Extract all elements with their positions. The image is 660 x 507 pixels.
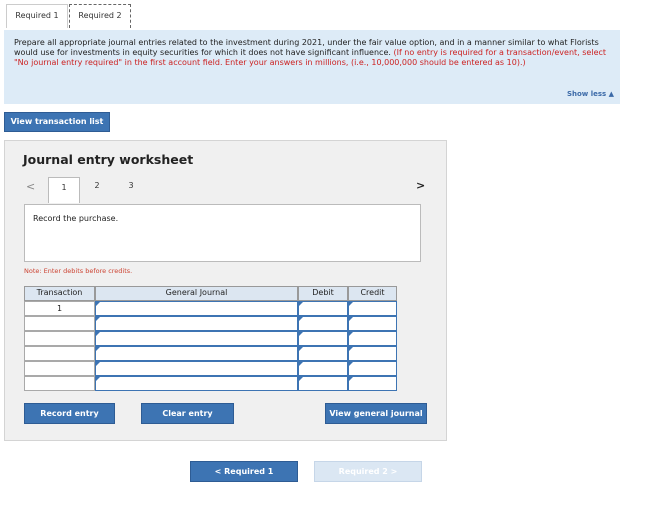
grid-debit-input[interactable]: [298, 301, 348, 316]
view-general-journal-button[interactable]: View general journal: [325, 403, 427, 424]
col-general-journal: General Journal: [95, 286, 298, 301]
grid-transaction-cell: [24, 331, 95, 346]
col-credit: Credit: [348, 286, 397, 301]
prev-required-1-button[interactable]: < Required 1: [190, 461, 298, 482]
grid-account-input[interactable]: [95, 361, 298, 376]
grid-credit-input[interactable]: [348, 346, 397, 361]
page-2-tab[interactable]: 2: [88, 181, 106, 190]
page-3-tab[interactable]: 3: [122, 181, 140, 190]
grid-credit-input[interactable]: [348, 331, 397, 346]
next-required-2-button[interactable]: Required 2 >: [314, 461, 422, 482]
record-entry-button[interactable]: Record entry: [24, 403, 115, 424]
grid-transaction-cell: [24, 346, 95, 361]
grid-account-input[interactable]: [95, 331, 298, 346]
grid-debit-input[interactable]: [298, 346, 348, 361]
worksheet-title: Journal entry worksheet: [23, 152, 194, 167]
grid-credit-input[interactable]: [348, 376, 397, 391]
tab-required-2[interactable]: Required 2: [69, 4, 131, 28]
clear-entry-button[interactable]: Clear entry: [141, 403, 234, 424]
prev-page-icon[interactable]: <: [26, 180, 35, 193]
grid-debit-input[interactable]: [298, 331, 348, 346]
grid-account-input[interactable]: [95, 301, 298, 316]
grid-debit-input[interactable]: [298, 316, 348, 331]
show-less-link[interactable]: Show less ▲: [567, 89, 614, 99]
grid-account-input[interactable]: [95, 316, 298, 331]
grid-credit-input[interactable]: [348, 301, 397, 316]
entry-description: Record the purchase.: [24, 204, 421, 262]
grid-debit-input[interactable]: [298, 361, 348, 376]
grid-transaction-cell: 1: [24, 301, 95, 316]
grid-account-input[interactable]: [95, 346, 298, 361]
grid-credit-input[interactable]: [348, 316, 397, 331]
grid-transaction-cell: [24, 361, 95, 376]
col-transaction: Transaction: [24, 286, 95, 301]
entry-note: Note: Enter debits before credits.: [24, 267, 133, 275]
grid-transaction-cell: [24, 316, 95, 331]
grid-transaction-cell: [24, 376, 95, 391]
grid-credit-input[interactable]: [348, 361, 397, 376]
next-page-icon[interactable]: >: [416, 179, 425, 192]
col-debit: Debit: [298, 286, 348, 301]
tab-required-1[interactable]: Required 1: [6, 4, 68, 28]
view-transaction-list-button[interactable]: View transaction list: [4, 112, 110, 132]
instructions-panel: Prepare all appropriate journal entries …: [4, 30, 620, 104]
grid-account-input[interactable]: [95, 376, 298, 391]
grid-debit-input[interactable]: [298, 376, 348, 391]
page-1-tab[interactable]: 1: [48, 177, 80, 203]
